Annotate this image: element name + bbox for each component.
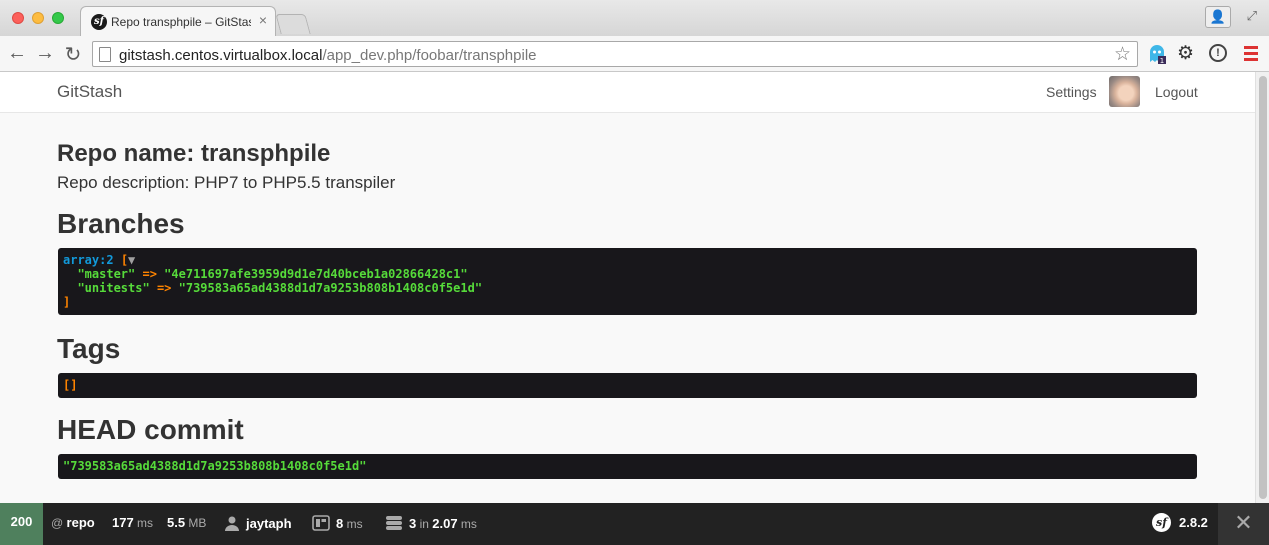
ghostery-icon[interactable]: 1 — [1148, 44, 1166, 64]
db-item[interactable]: 3 in 2.07 ms — [385, 515, 477, 531]
url-path: /app_dev.php/foobar/transphpile — [322, 47, 537, 64]
time-unit: ms — [137, 516, 154, 530]
head-commit-dump: "739583a65ad4388d1d7a9253b808b1408c0f5e1… — [58, 454, 1197, 479]
window-close-button[interactable] — [12, 12, 24, 24]
twig-item[interactable]: 8 ms — [312, 515, 363, 531]
tags-heading: Tags — [57, 333, 121, 364]
browser-tab-active[interactable]: sf Repo transphpile – GitStash × — [80, 6, 276, 36]
tags-dump-value: [] — [63, 378, 78, 392]
status-code-badge[interactable]: 200 — [0, 503, 43, 545]
site-navbar: GitStash Settings Logout — [0, 72, 1255, 113]
head-commit-heading: HEAD commit — [57, 414, 244, 445]
tab-title: Repo transphpile – GitStash — [111, 15, 251, 29]
settings-link[interactable]: Settings — [1046, 84, 1097, 100]
dump-close-bracket: ] — [63, 295, 71, 309]
ext-badge: 1 — [1160, 57, 1164, 64]
twig-unit: ms — [346, 517, 363, 531]
route-prefix: @ — [51, 516, 64, 530]
gear-icon[interactable]: ⚙ — [1177, 42, 1194, 65]
route-name: repo — [66, 515, 95, 530]
template-icon — [312, 515, 330, 531]
dump-value: "739583a65ad4388d1d7a9253b808b1408c0f5e1… — [178, 281, 483, 295]
branches-heading: Branches — [57, 208, 185, 239]
page-viewport: GitStash Settings Logout Repo name: tran… — [0, 72, 1255, 503]
time-value: 177 — [112, 515, 134, 530]
database-icon — [386, 516, 402, 530]
branches-dump: array:2 [▼ "master" => "4e711697afe3959d… — [58, 248, 1197, 315]
address-bar[interactable]: gitstash.centos.virtualbox.local/app_dev… — [92, 41, 1138, 67]
page-icon — [99, 47, 111, 62]
url-host: gitstash.centos.virtualbox.local — [119, 47, 323, 64]
dump-toggle-icon[interactable]: ▼ — [128, 253, 135, 267]
profile-icon[interactable]: 👤 — [1205, 6, 1231, 28]
page-scrollbar[interactable] — [1255, 72, 1269, 503]
window-zoom-button[interactable] — [52, 12, 64, 24]
memory-item[interactable]: 5.5 MB — [167, 515, 206, 530]
user-name: jaytaph — [246, 516, 292, 531]
new-tab-button[interactable] — [275, 14, 311, 34]
dump-value: "4e711697afe3959d9d1e7d40bceb1a02866428c… — [164, 267, 468, 281]
dump-type: array:2 — [63, 253, 114, 267]
scrollbar-thumb[interactable] — [1259, 76, 1267, 499]
symfony-favicon-icon: sf — [91, 14, 107, 30]
user-icon — [225, 516, 239, 531]
brand-link[interactable]: GitStash — [57, 82, 122, 102]
db-time: 2.07 — [432, 516, 458, 531]
tags-dump: [] — [58, 373, 1197, 398]
fullscreen-icon[interactable]: ⤢ — [1247, 8, 1257, 24]
dump-open-bracket: [ — [120, 253, 129, 267]
repo-description: Repo description: PHP7 to PHP5.5 transpi… — [57, 173, 396, 192]
symfony-version[interactable]: 2.8.2 — [1179, 515, 1208, 530]
browser-titlebar: sf Repo transphpile – GitStash × 👤 ⤢ — [0, 0, 1269, 36]
user-item[interactable]: jaytaph — [224, 515, 292, 531]
dump-arrow: => — [142, 267, 157, 281]
window-minimize-button[interactable] — [32, 12, 44, 24]
url-text[interactable]: gitstash.centos.virtualbox.local/app_dev… — [119, 47, 537, 64]
symfony-debug-toolbar: 200 @ repo 177 ms 5.5 MB jaytaph 8 ms 3 … — [0, 503, 1269, 545]
reload-icon[interactable]: ↻ — [62, 42, 84, 67]
head-commit-value: "739583a65ad4388d1d7a9253b808b1408c0f5e1… — [63, 459, 367, 473]
twig-value: 8 — [336, 516, 344, 531]
route-item[interactable]: @ repo — [51, 515, 95, 530]
db-in: in — [419, 517, 429, 531]
repo-name-heading: Repo name: transphpile — [57, 140, 331, 167]
db-unit: ms — [460, 517, 477, 531]
menu-icon[interactable] — [1244, 46, 1258, 64]
bookmark-star-icon[interactable]: ☆ — [1114, 43, 1131, 66]
browser-toolbar: ← → ↻ gitstash.centos.virtualbox.local/a… — [0, 36, 1269, 72]
tab-close-icon[interactable]: × — [259, 12, 267, 28]
dump-arrow: => — [156, 281, 172, 295]
time-item[interactable]: 177 ms — [112, 515, 153, 530]
close-toolbar-button[interactable]: ✕ — [1218, 503, 1269, 545]
memory-unit: MB — [188, 516, 207, 530]
user-avatar[interactable] — [1109, 76, 1140, 107]
forward-arrow-icon[interactable]: → — [34, 42, 56, 65]
logout-link[interactable]: Logout — [1155, 84, 1198, 100]
symfony-logo-icon[interactable]: sf — [1152, 513, 1171, 532]
memory-value: 5.5 — [167, 515, 186, 530]
back-arrow-icon[interactable]: ← — [6, 42, 28, 65]
info-icon[interactable]: ! — [1209, 44, 1227, 62]
dump-key: "unitests" — [77, 281, 150, 295]
dump-key: "master" — [77, 267, 136, 281]
db-queries: 3 — [409, 516, 417, 531]
